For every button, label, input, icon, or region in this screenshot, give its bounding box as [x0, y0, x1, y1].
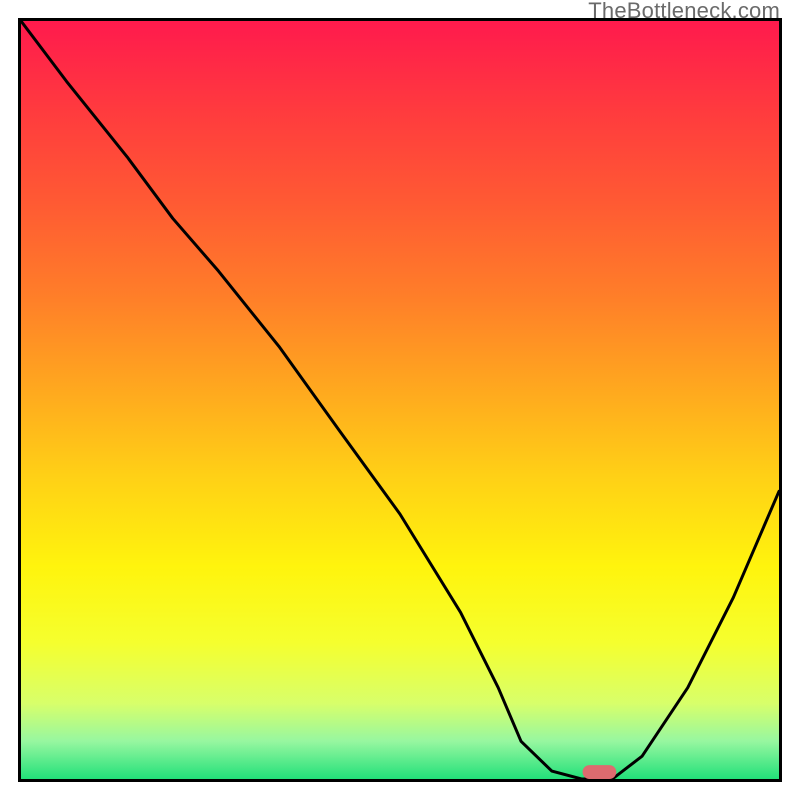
plot-area [18, 18, 782, 782]
optimal-marker [583, 765, 617, 779]
chart-svg [21, 21, 779, 779]
bottleneck-curve-line [21, 21, 779, 779]
chart-frame: TheBottleneck.com [0, 0, 800, 800]
